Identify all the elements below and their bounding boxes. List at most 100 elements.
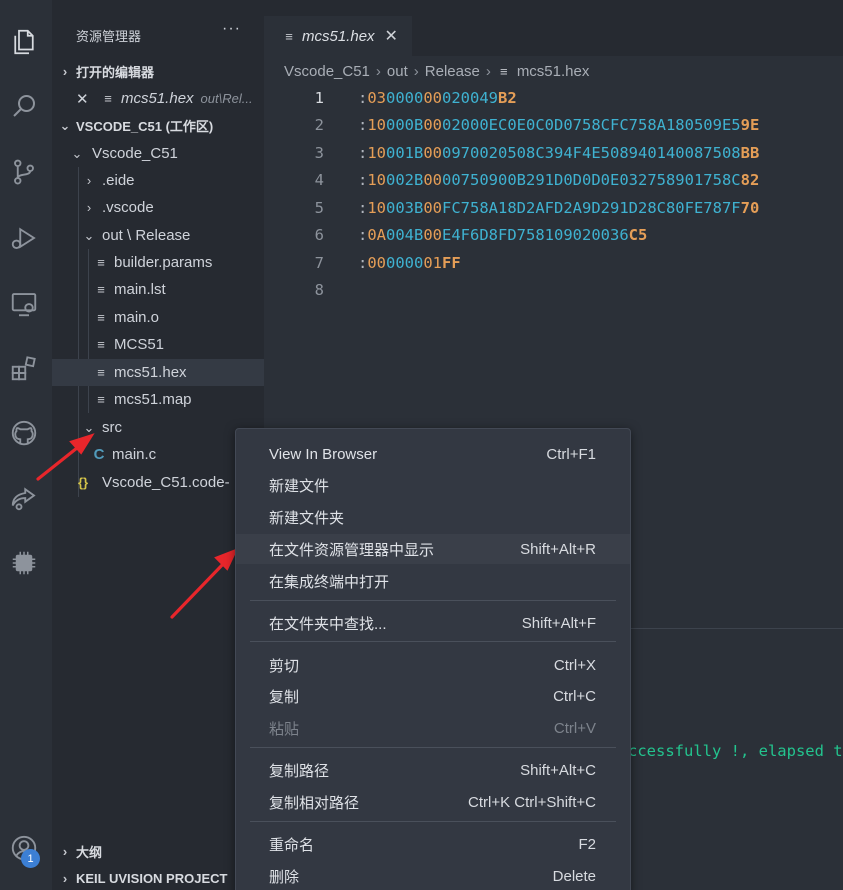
workspace-label: VSCODE_C51 (工作区)	[76, 119, 214, 134]
extensions-icon[interactable]	[4, 348, 44, 388]
menu-item-label: 复制路径	[269, 762, 330, 780]
menu-item-view-in-browser[interactable]: View In Browser Ctrl+F1	[236, 439, 630, 469]
file-label: main.c	[112, 446, 157, 463]
code-editor[interactable]: 1 :03 0000 00 020049 B2 2 :10 000B 00 02000EC0E…	[264, 84, 843, 304]
file-lines-icon: ≡	[97, 310, 105, 325]
line-number: 7	[314, 253, 324, 272]
menu-item-new-folder[interactable]: 新建文件夹	[236, 502, 630, 532]
code-line: 1 :03 0000 00 020049 B2	[264, 84, 843, 112]
record-type: 00	[423, 198, 443, 217]
tree-folder-vscode[interactable]: › .vscode	[52, 194, 264, 221]
breadcrumb: Vscode_C51 › out › Release › ≡ mcs51.hex	[264, 56, 843, 86]
tree-folder-eide[interactable]: › .eide	[52, 167, 264, 194]
outline-label: 大纲	[76, 845, 103, 860]
menu-item-shortcut: Delete	[552, 867, 596, 885]
record-start: :	[358, 143, 368, 162]
close-icon[interactable]: ✕	[76, 90, 90, 108]
workspace-header[interactable]: ⌄ VSCODE_C51 (工作区)	[52, 112, 264, 139]
menu-item-copy-relative-path[interactable]: 复制相对路径 Ctrl+K Ctrl+Shift+C	[236, 787, 630, 817]
more-actions-button[interactable]: ···	[222, 20, 241, 38]
line-number: 2	[314, 116, 324, 135]
tree-file-workspace[interactable]: {} Vscode_C51.code-	[52, 469, 264, 496]
breadcrumb-item[interactable]: Vscode_C51	[284, 63, 370, 80]
github-icon[interactable]	[4, 413, 44, 453]
byte-count: 10	[367, 143, 387, 162]
tree-folder-src[interactable]: ⌄ src	[52, 414, 264, 441]
menu-separator	[250, 641, 616, 642]
breadcrumb-item[interactable]: Release	[425, 63, 480, 80]
menu-item-copy-path[interactable]: 复制路径 Shift+Alt+C	[236, 755, 630, 785]
file-label: Vscode_C51.code-	[102, 474, 230, 491]
tree-folder-root[interactable]: ⌄ Vscode_C51	[52, 140, 264, 167]
record-type: 01	[423, 253, 443, 272]
file-label: mcs51.map	[114, 391, 192, 408]
address: 003B	[386, 198, 424, 217]
tree-file[interactable]: ≡ main.lst	[52, 276, 264, 303]
folder-label: .eide	[102, 172, 135, 189]
open-editor-path: out\Rel...	[200, 91, 253, 106]
record-type: 00	[423, 116, 443, 135]
menu-item-label: 新建文件夹	[269, 509, 345, 527]
explorer-title: 资源管理器	[76, 29, 142, 44]
chevron-right-icon: ›	[86, 200, 92, 215]
file-label: main.o	[114, 309, 160, 326]
outline-header[interactable]: › 大纲	[52, 838, 264, 865]
breadcrumb-item[interactable]: out	[387, 63, 408, 80]
menu-item-open-in-terminal[interactable]: 在集成终端中打开	[236, 566, 630, 596]
activity-bar: 1	[0, 0, 52, 890]
tree-file-main-c[interactable]: C main.c	[52, 441, 264, 468]
file-lines-icon: ≡	[104, 91, 112, 106]
source-control-icon[interactable]	[4, 152, 44, 192]
menu-item-label: View In Browser	[269, 445, 378, 463]
menu-item-label: 剪切	[269, 657, 300, 675]
editor-tab-bar: ≡ mcs51.hex ✕	[264, 0, 843, 56]
menu-item-delete[interactable]: 删除 Delete	[236, 861, 630, 890]
tree-file[interactable]: ≡ MCS51	[52, 331, 264, 358]
tab-close-button[interactable]: ✕	[385, 26, 398, 46]
menu-item-new-file[interactable]: 新建文件	[236, 470, 630, 500]
tree-file[interactable]: ≡ mcs51.map	[52, 386, 264, 413]
menu-item-shortcut: Shift+Alt+C	[520, 761, 596, 779]
menu-separator	[250, 821, 616, 822]
checksum: 82	[740, 171, 760, 190]
address: 0000	[386, 253, 424, 272]
chip-icon[interactable]	[4, 543, 44, 583]
menu-separator	[250, 600, 616, 601]
tree-file[interactable]: ≡ builder.params	[52, 249, 264, 276]
run-debug-icon[interactable]	[4, 218, 44, 258]
file-lines-icon: ≡	[97, 337, 105, 352]
menu-item-find-in-folder[interactable]: 在文件夹中查找... Shift+Alt+F	[236, 608, 630, 638]
tab-label: mcs51.hex	[302, 27, 375, 45]
chevron-right-icon: ›	[86, 173, 92, 188]
data-bytes: 020049	[442, 88, 499, 107]
chevron-down-icon: ⌄	[59, 117, 71, 133]
open-editor-name: mcs51.hex	[121, 90, 194, 107]
byte-count: 0A	[367, 226, 387, 245]
menu-item-rename[interactable]: 重命名 F2	[236, 829, 630, 859]
code-line: 3 :10 001B 00 0970020508C394F4E508940140087…	[264, 139, 843, 167]
address: 001B	[386, 143, 424, 162]
search-icon[interactable]	[4, 86, 44, 126]
tree-folder-out-release[interactable]: ⌄ out \ Release	[52, 222, 264, 249]
record-type: 00	[423, 171, 443, 190]
checksum: C5	[628, 226, 648, 245]
editor-tab-mcs51-hex[interactable]: ≡ mcs51.hex ✕	[264, 16, 412, 56]
menu-item-reveal-in-file-explorer[interactable]: 在文件资源管理器中显示 Shift+Alt+R	[236, 534, 630, 564]
chevron-right-icon: ›	[62, 844, 68, 859]
menu-item-label: 删除	[269, 868, 300, 886]
open-editors-header[interactable]: › 打开的编辑器	[52, 58, 264, 85]
keil-project-header[interactable]: › KEIL UVISION PROJECT	[52, 865, 264, 890]
tree-file-selected[interactable]: ≡ mcs51.hex	[52, 359, 264, 386]
code-line: 5 :10 003B 00 FC758A18D2AFD2A9D291D28C80FE7…	[264, 194, 843, 222]
share-icon[interactable]	[4, 478, 44, 518]
tree-file[interactable]: ≡ main.o	[52, 304, 264, 331]
menu-item-cut[interactable]: 剪切 Ctrl+X	[236, 650, 630, 680]
remote-explorer-icon[interactable]	[4, 284, 44, 324]
code-line: 6 :0A 004B 00 E4F6D8FD758109020036 C5	[264, 222, 843, 250]
record-start: :	[358, 88, 368, 107]
explorer-icon[interactable]	[4, 22, 44, 62]
file-lines-icon: ≡	[97, 365, 105, 380]
open-editor-item[interactable]: ✕ ≡ mcs51.hex out\Rel...	[52, 85, 264, 112]
breadcrumb-item[interactable]: mcs51.hex	[517, 63, 590, 80]
menu-item-copy[interactable]: 复制 Ctrl+C	[236, 681, 630, 711]
